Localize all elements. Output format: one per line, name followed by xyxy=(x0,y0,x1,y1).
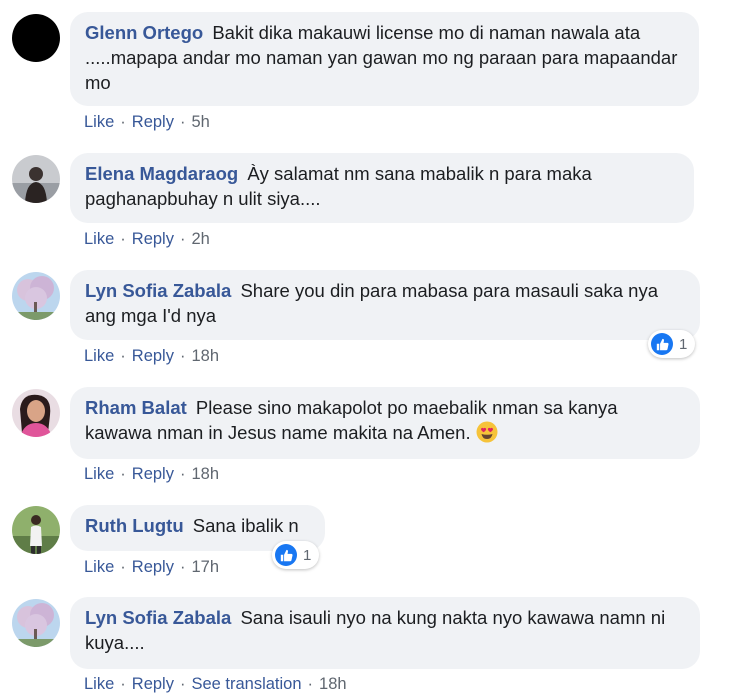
like-link[interactable]: Like xyxy=(84,347,114,365)
reply-link[interactable]: Reply xyxy=(132,465,174,483)
avatar[interactable] xyxy=(12,155,60,203)
comment-text: Sana ibalik n xyxy=(192,515,299,536)
avatar[interactable] xyxy=(12,506,60,554)
like-icon xyxy=(651,333,673,355)
avatar[interactable] xyxy=(12,389,60,437)
comment-author[interactable]: Ruth Lugtu xyxy=(85,515,184,536)
reaction-count[interactable]: 1 xyxy=(648,330,696,358)
avatar[interactable] xyxy=(12,14,60,62)
reply-link[interactable]: Reply xyxy=(132,558,174,576)
timestamp[interactable]: 2h xyxy=(191,230,209,248)
avatar-photo xyxy=(12,389,60,437)
avatar-photo xyxy=(12,155,60,203)
reply-link[interactable]: Reply xyxy=(132,113,174,131)
timestamp[interactable]: 18h xyxy=(319,675,347,693)
reply-link[interactable]: Reply xyxy=(132,675,174,693)
comment-author[interactable]: Elena Magdaraog xyxy=(85,163,238,184)
separator: · xyxy=(120,230,126,248)
heart-eyes-emoji xyxy=(476,421,498,443)
timestamp[interactable]: 18h xyxy=(191,465,219,483)
separator: · xyxy=(179,230,186,248)
comment-bubble: Elena Magdaraog Ày salamat nm sana mabal… xyxy=(70,153,694,223)
comment-actions: Like · Reply · 5h xyxy=(84,113,210,132)
separator: · xyxy=(179,675,186,693)
avatar-photo xyxy=(12,272,60,320)
reaction-count[interactable]: 1 xyxy=(272,541,320,569)
like-link[interactable]: Like xyxy=(84,558,114,576)
timestamp[interactable]: 5h xyxy=(191,113,209,131)
comment-actions: Like · Reply · See translation · 18h xyxy=(84,675,347,694)
separator: · xyxy=(179,113,186,131)
timestamp[interactable]: 17h xyxy=(191,558,219,576)
separator: · xyxy=(120,675,126,693)
avatar-photo xyxy=(12,599,60,647)
separator: · xyxy=(179,347,186,365)
comment-actions: Like · Reply · 17h xyxy=(84,558,219,577)
like-link[interactable]: Like xyxy=(84,675,114,693)
like-link[interactable]: Like xyxy=(84,230,114,248)
like-link[interactable]: Like xyxy=(84,465,114,483)
reply-link[interactable]: Reply xyxy=(132,230,174,248)
avatar[interactable] xyxy=(12,272,60,320)
separator: · xyxy=(179,465,186,483)
comment-author[interactable]: Glenn Ortego xyxy=(85,22,203,43)
separator: · xyxy=(120,558,126,576)
comment-bubble: Lyn Sofia Zabala Sana isauli nyo na kung… xyxy=(70,597,700,669)
comment-bubble: Glenn Ortego Bakit dika makauwi license … xyxy=(70,12,699,106)
comment-author[interactable]: Lyn Sofia Zabala xyxy=(85,607,231,628)
comment-bubble: Lyn Sofia Zabala Share you din para maba… xyxy=(70,270,700,340)
comment-author[interactable]: Rham Balat xyxy=(85,397,187,418)
separator: · xyxy=(120,113,126,131)
avatar-photo xyxy=(12,506,60,554)
comment-bubble: Rham Balat Please sino makapolot po maeb… xyxy=(70,387,700,459)
comment-actions: Like · Reply · 2h xyxy=(84,230,210,249)
reaction-count-label: 1 xyxy=(679,335,688,353)
separator: · xyxy=(307,675,314,693)
like-icon xyxy=(275,544,297,566)
reaction-count-label: 1 xyxy=(303,546,312,564)
separator: · xyxy=(120,347,126,365)
comment-actions: Like · Reply · 18h xyxy=(84,465,219,484)
see-translation-link[interactable]: See translation xyxy=(191,675,301,693)
comment-actions: Like · Reply · 18h xyxy=(84,347,219,366)
separator: · xyxy=(179,558,186,576)
like-link[interactable]: Like xyxy=(84,113,114,131)
timestamp[interactable]: 18h xyxy=(191,347,219,365)
reply-link[interactable]: Reply xyxy=(132,347,174,365)
separator: · xyxy=(120,465,126,483)
avatar[interactable] xyxy=(12,599,60,647)
comment-author[interactable]: Lyn Sofia Zabala xyxy=(85,280,231,301)
